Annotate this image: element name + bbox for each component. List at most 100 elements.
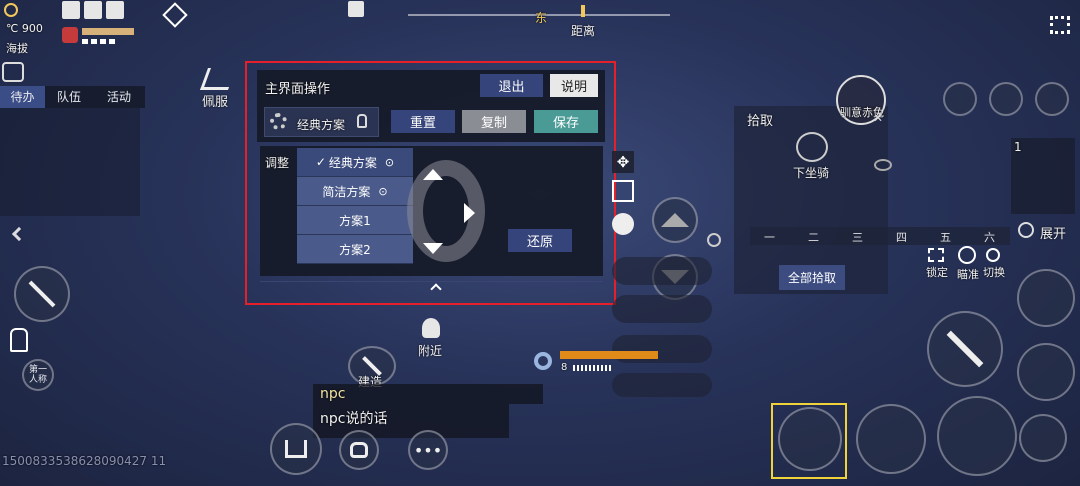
filter-5[interactable]: 五 [940, 229, 951, 245]
switch-label: 切换 [983, 266, 1005, 279]
temperature-text: ℃ 900 [6, 22, 43, 35]
check-icon: ✓ [315, 155, 326, 169]
pose-button-2[interactable] [1017, 343, 1075, 401]
pose-button-3[interactable] [1019, 414, 1067, 462]
pickup-all-button[interactable]: 全部拾取 [779, 265, 845, 290]
gear-icon [270, 113, 287, 130]
tool-slot[interactable] [612, 257, 712, 285]
copy-button[interactable]: 复制 [462, 110, 526, 133]
ammo-pips [573, 365, 613, 371]
tab-team[interactable]: 队伍 [45, 86, 93, 108]
chat-message: npc说的话 [320, 411, 388, 427]
pickup-filter-row [750, 227, 1010, 245]
emote-icon[interactable] [943, 82, 977, 116]
hand-skill-button[interactable] [778, 407, 842, 471]
filter-6[interactable]: 六 [984, 229, 995, 245]
lock-icon[interactable] [928, 248, 944, 262]
dpad-right-arrow-icon[interactable] [464, 203, 475, 223]
buff-icon [84, 1, 102, 19]
current-scheme-label: 经典方案 [297, 118, 346, 132]
weapon-button[interactable] [14, 266, 70, 322]
chat-speaker: npc [320, 386, 346, 402]
ui-editor-title: 主界面操作 [265, 82, 331, 97]
nearby-icon[interactable] [422, 318, 440, 338]
switch-icon[interactable] [986, 248, 1000, 262]
lock-label: 锁定 [926, 266, 948, 279]
dismount-label: 下坐骑 [793, 166, 830, 180]
filter-1[interactable]: 一 [764, 229, 775, 245]
tool-slot[interactable] [612, 295, 712, 323]
compass-marker [581, 5, 585, 17]
exit-button[interactable]: 退出 [480, 74, 543, 97]
move-icon[interactable]: ✥ [612, 151, 634, 173]
dpad-down-arrow-icon[interactable] [423, 243, 443, 254]
scroll-up-button[interactable] [652, 197, 698, 243]
target-icon[interactable] [707, 233, 721, 247]
crosshair-icon[interactable] [958, 246, 976, 264]
fist-skill-button[interactable] [937, 396, 1017, 476]
expand-icon[interactable] [1018, 222, 1034, 238]
tab-todo[interactable]: 待办 [0, 86, 45, 108]
tab-activity[interactable]: 活动 [93, 86, 145, 108]
menu-icon[interactable] [348, 1, 364, 17]
scheme-option-simple[interactable]: 简洁方案 ⊙ [297, 177, 413, 206]
dpad-up-arrow-icon[interactable] [423, 169, 443, 180]
adjust-label: 调整 [265, 156, 290, 170]
nearby-label: 附近 [418, 344, 443, 358]
compass-direction: 东 [535, 11, 548, 25]
chat-header-bar [313, 384, 543, 404]
first-person-label: 第一 人称 [28, 365, 47, 385]
dismount-icon[interactable] [796, 132, 828, 162]
distance-label: 距离 [571, 24, 596, 38]
editor-bottom-line [260, 281, 603, 282]
tool-slot[interactable] [612, 373, 712, 397]
wear-icon[interactable] [199, 68, 237, 90]
filter-2[interactable]: 二 [808, 229, 819, 245]
backpack-icon[interactable] [2, 62, 24, 82]
scheme-option-2[interactable]: 方案2 [297, 235, 413, 264]
more-button[interactable]: ••• [408, 430, 448, 470]
sword-icon [946, 330, 984, 368]
shield-skill-button[interactable] [856, 404, 926, 474]
whistle-icon[interactable] [1035, 82, 1069, 116]
pickup-title: 拾取 [747, 114, 774, 129]
unlock-icon: ⊙ [384, 155, 395, 169]
help-button[interactable]: 说明 [550, 74, 598, 97]
health-bar [82, 28, 134, 35]
ammo-ring-icon [534, 352, 552, 370]
resize-icon[interactable] [612, 180, 634, 202]
player-id: 1500833538628090427 11 [2, 454, 167, 468]
altitude-text: 海拔 [6, 42, 28, 55]
palette-icon[interactable] [612, 213, 634, 235]
sword-icon [28, 280, 56, 308]
rank-badge-icon[interactable] [162, 2, 188, 28]
bag-button[interactable] [339, 430, 379, 470]
scheme-dropdown: ✓ 经典方案 ⊙ 简洁方案 ⊙ 方案1 方案2 [297, 148, 413, 264]
fullscreen-icon[interactable] [1050, 16, 1070, 34]
pose-button-1[interactable] [1017, 269, 1075, 327]
first-person-figure-icon [10, 328, 28, 352]
wear-label: 佩服 [202, 95, 229, 110]
unlock-icon: ⊙ [378, 184, 388, 198]
aim-label: 瞄准 [957, 268, 979, 281]
buff-icon [106, 1, 124, 19]
restore-button[interactable]: 还原 [508, 229, 572, 252]
home-icon [285, 440, 307, 458]
mission-list-panel [0, 108, 140, 216]
hat-icon[interactable] [989, 82, 1023, 116]
reset-button[interactable]: 重置 [391, 110, 455, 133]
first-person-button[interactable]: 第一 人称 [22, 359, 54, 391]
back-arrow-icon[interactable] [11, 226, 27, 242]
filter-3[interactable]: 三 [852, 229, 863, 245]
ammo-count: 8 [561, 362, 568, 373]
home-button[interactable] [270, 423, 322, 475]
scheme-option-classic[interactable]: ✓ 经典方案 ⊙ [297, 148, 413, 177]
close-icon[interactable]: ✕ [873, 111, 883, 125]
save-button[interactable]: 保存 [534, 110, 598, 133]
filter-4[interactable]: 四 [896, 229, 907, 245]
eye-icon[interactable] [874, 159, 892, 171]
sword-attack-button[interactable] [927, 311, 1003, 387]
stamina-pips [82, 39, 115, 44]
buff-icons [62, 1, 128, 19]
scheme-option-1[interactable]: 方案1 [297, 206, 413, 235]
